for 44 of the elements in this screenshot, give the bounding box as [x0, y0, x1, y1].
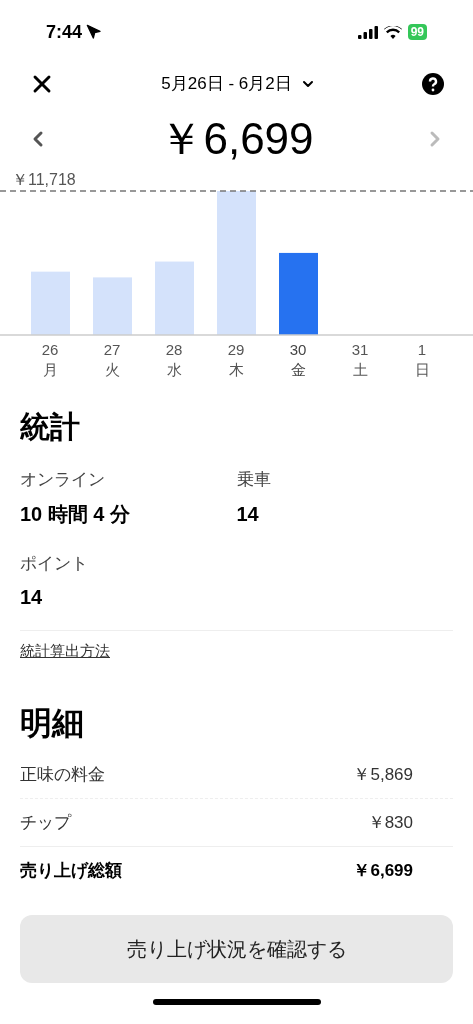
axis-day: 31 [351, 340, 369, 360]
status-time: 7:44 [46, 20, 83, 44]
help-icon[interactable] [421, 72, 445, 96]
axis-day: 1 [417, 340, 427, 360]
total-amount: ￥6,699 [159, 117, 314, 161]
breakdown-value: ￥830 [367, 811, 413, 834]
view-earnings-button[interactable]: 売り上げ状況を確認する [20, 915, 453, 983]
section-title: 明細 [20, 704, 85, 743]
chart-bar[interactable] [31, 271, 70, 335]
stats-method-link[interactable]: 統計算出方法 [20, 642, 110, 659]
date-range-dropdown[interactable]: 5月26日 - 6月2日 [161, 71, 316, 97]
stat-value: 14 [236, 501, 260, 527]
section-title: 統計 [20, 409, 81, 445]
breakdown-value: ￥6,699 [353, 860, 413, 883]
axis-day: 27 [103, 340, 121, 360]
axis-weekday: 月 [42, 360, 58, 380]
axis-weekday: 水 [166, 360, 182, 380]
axis-weekday: 日 [414, 360, 430, 380]
battery-indicator: 99 [407, 24, 427, 40]
chart-bar[interactable] [279, 252, 318, 335]
axis-day: 30 [289, 340, 307, 360]
chart-bar[interactable] [155, 261, 194, 335]
chart-bar[interactable] [217, 191, 256, 335]
axis-day: 29 [227, 340, 245, 360]
axis-day: 28 [165, 340, 183, 360]
signal-icon [357, 25, 378, 39]
breakdown-label: 売り上げ総額 [20, 860, 122, 883]
axis-weekday: 金 [290, 360, 306, 380]
wifi-icon [383, 25, 402, 39]
axis-weekday: 火 [104, 360, 120, 380]
axis-weekday: 木 [228, 360, 244, 380]
breakdown-value: ￥5,869 [353, 763, 413, 786]
location-arrow-icon [86, 24, 103, 40]
stat-value: 10 時間 4 分 [20, 501, 132, 527]
chart-max-label: ￥11,718 [11, 170, 77, 190]
axis-day: 26 [41, 340, 59, 360]
axis-weekday: 土 [352, 360, 368, 380]
stat-label: オンライン [20, 469, 106, 491]
breakdown-label: 正味の料金 [20, 763, 105, 786]
chart-bar[interactable] [93, 277, 132, 335]
breakdown-label: チップ [20, 811, 71, 834]
stat-value: 14 [20, 585, 44, 610]
stat-label: 乗車 [236, 469, 272, 491]
stat-label: ポイント [20, 552, 89, 575]
